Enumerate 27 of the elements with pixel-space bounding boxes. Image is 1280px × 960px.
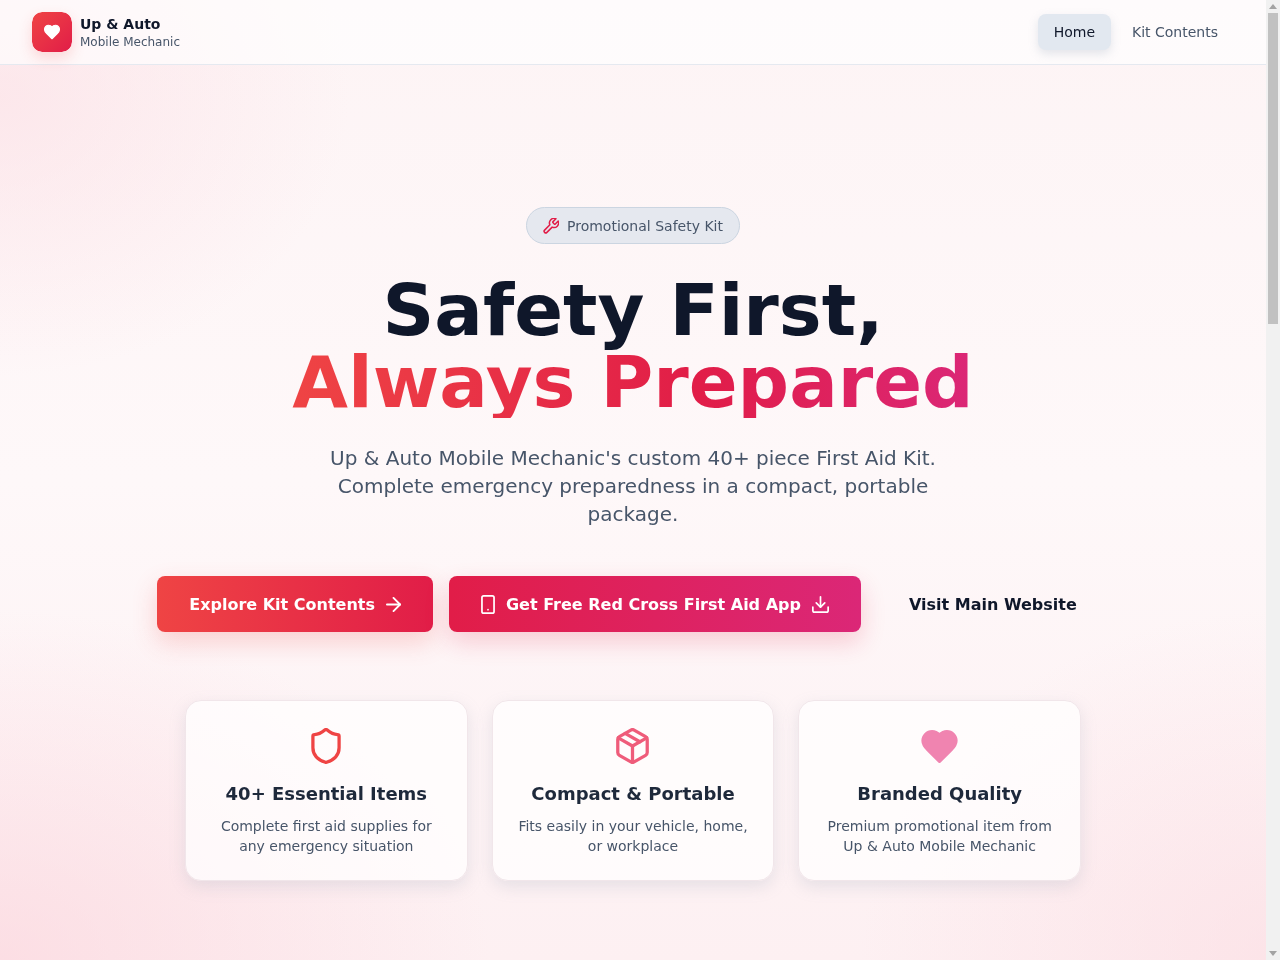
feature-description: Premium promotional item from Up & Auto Mobile Mechanic [826, 817, 1053, 856]
scrollbar[interactable] [1266, 0, 1280, 960]
feature-title: 40+ Essential Items [225, 782, 428, 806]
website-link[interactable]: Visit Main Website [876, 576, 1109, 632]
nav-link[interactable]: Kit Contents [1116, 14, 1234, 50]
primary-button[interactable]: Explore Kit Contents [157, 576, 433, 632]
package-icon [616, 728, 650, 764]
feature-description: Complete first aid supplies for any emergency situation [219, 817, 433, 856]
shield-icon [311, 728, 342, 764]
download-icon [811, 595, 829, 613]
heart-logo-icon [32, 12, 72, 52]
hero-subtitle: Up & Auto Mobile Mechanic's custom 40+ piece First Aid Kit. Complete emergency preparedness in a compact, portable package. [329, 445, 937, 528]
scroll-up-icon[interactable] [1269, 4, 1277, 9]
nav-link[interactable]: Home [1037, 14, 1111, 50]
scroll-down-icon[interactable] [1269, 951, 1277, 956]
brand-name: Up & Auto [80, 15, 162, 34]
heart-icon [921, 729, 959, 763]
badge-label: Promotional Safety Kit [567, 217, 723, 234]
arrow-right-icon [386, 596, 401, 612]
scrollbar-thumb[interactable] [1268, 13, 1278, 324]
wrench-icon [543, 217, 559, 234]
feature-title: Branded Quality [857, 782, 1023, 806]
brand-tagline: Mobile Mechanic [80, 34, 180, 50]
smartphone-icon [481, 594, 495, 614]
app-download-button[interactable]: Get Free Red Cross First Aid App [449, 576, 861, 632]
feature-title: Compact & Portable [531, 782, 735, 806]
feature-description: Fits easily in your vehicle, home, or workplace [517, 817, 749, 856]
